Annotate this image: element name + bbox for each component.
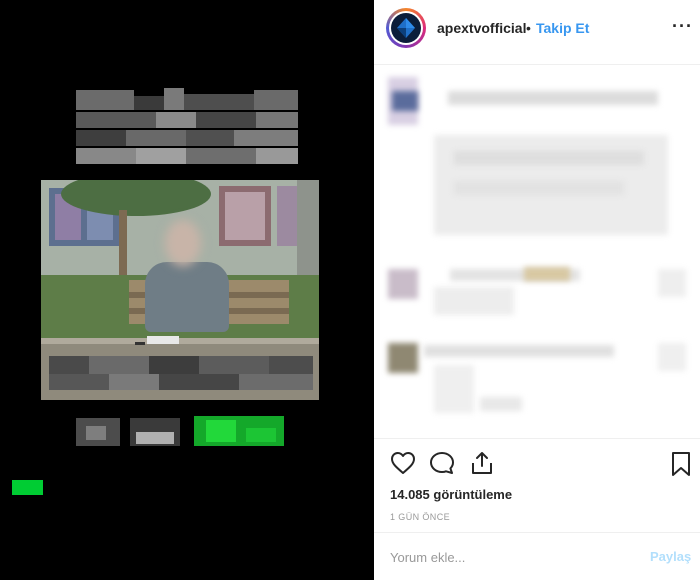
comments-list — [374, 65, 700, 437]
comment-icon[interactable] — [429, 451, 455, 480]
post-timestamp[interactable]: 1 GÜN ÖNCE — [390, 512, 450, 522]
username-link[interactable]: apextvofficial — [437, 20, 526, 36]
bookmark-icon[interactable] — [670, 451, 692, 482]
post-media-video[interactable] — [0, 0, 374, 580]
post-actions: 14.085 görüntüleme 1 GÜN ÖNCE — [374, 438, 700, 535]
profile-avatar[interactable] — [386, 8, 426, 48]
follow-button[interactable]: Takip Et — [536, 20, 589, 36]
heart-icon[interactable] — [390, 451, 416, 480]
add-comment-bar: Paylaş — [374, 532, 700, 581]
share-icon[interactable] — [469, 450, 495, 481]
view-count[interactable]: 14.085 görüntüleme — [390, 487, 512, 502]
post-comment-button[interactable]: Paylaş — [650, 549, 691, 564]
more-options-icon[interactable]: ··· — [672, 16, 693, 37]
header-separator: • — [526, 20, 531, 36]
post-header: apextvofficial • Takip Et ··· — [374, 0, 700, 65]
post-sidebar: apextvofficial • Takip Et ··· 14.085 gör… — [374, 0, 700, 580]
comment-input[interactable] — [390, 547, 620, 567]
video-frame-scene — [41, 180, 319, 400]
diamond-logo-icon — [391, 13, 421, 43]
